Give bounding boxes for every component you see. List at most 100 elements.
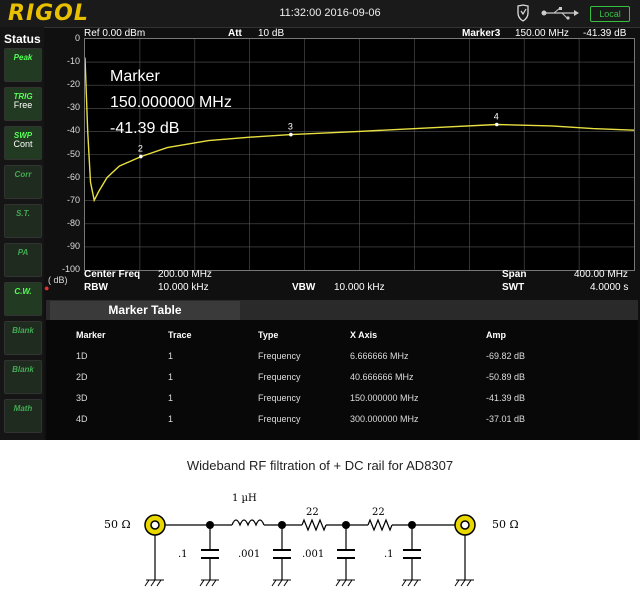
usb-icon [541,7,579,20]
right-port-label: 50 Ω [492,518,519,531]
table-cell: 300.000000 MHz [350,414,419,424]
rbw-label: RBW [84,282,108,293]
vbw-value: 10.000 kHz [334,282,385,293]
status-button-label: Corr [14,170,32,179]
active-marker-amp: -41.39 dB [583,28,627,39]
table-cell: Frequency [258,414,301,424]
status-button-6[interactable]: C.W. [4,282,42,316]
junction-dot [206,521,214,529]
table-cell: 3D [76,393,88,403]
local-button[interactable]: Local [590,6,630,22]
junction-dot [278,521,286,529]
marker-point-label: 2 [138,144,143,154]
status-button-label: Blank [12,365,34,374]
trace-marker-dot: ● [44,283,50,293]
status-button-1[interactable]: TRIG Free [4,87,42,121]
c1-label: .1 [178,549,188,560]
table-cell: 40.666666 MHz [350,372,414,382]
marker-table [46,320,638,440]
y-tick-label: -60 [66,171,80,182]
status-button-8[interactable]: Blank [4,360,42,394]
status-button-9[interactable]: Math [4,399,42,433]
r1-label: 22 [306,507,319,518]
c2-label: .001 [238,549,261,560]
y-tick-label: -40 [66,125,80,136]
left-port-label: 50 Ω [104,518,131,531]
y-tick-label: -50 [66,148,80,159]
clock: 11:32:00 2016-09-06 [279,7,381,19]
marker-point-label: 4 [494,111,499,121]
table-cell: -50.89 dB [486,372,526,382]
status-button-label: S.T. [15,209,31,218]
c3-label: .001 [302,549,325,560]
marker-readout-label: Marker [110,68,160,85]
ground-symbol [271,579,291,587]
marker-readout-amp: -41.39 dB [110,120,180,137]
status-button-sublabel: Free [13,100,33,110]
table-cell: Frequency [258,351,301,361]
ground-symbol [401,579,421,587]
swt-value: 4.0000 s [590,282,629,293]
table-cell: -41.39 dB [486,393,526,403]
status-button-label: PA [17,248,29,257]
status-button-label: C.W. [14,287,32,296]
shield-icon [517,4,529,22]
ground-symbol [335,579,355,587]
right-port-connector [454,514,476,536]
attenuation-value: 10 dB [258,28,285,39]
status-button-0[interactable]: Peak [4,48,42,82]
marker-point-label: 3 [288,122,293,132]
junction-dot [408,521,416,529]
status-button-label: Blank [12,326,34,335]
status-button-label: Peak [13,53,33,62]
status-button-sublabel: Cont [13,139,33,149]
c4-label: .1 [384,549,394,560]
marker-table-tab[interactable]: Marker Table [50,301,240,322]
swt-label: SWT [502,282,525,293]
table-cell: 150.000000 MHz [350,393,419,403]
table-header-cell: Type [258,330,279,340]
attenuation-label: Att [228,28,242,39]
table-header-cell: Trace [168,330,192,340]
center-freq-label: Center Freq [84,269,141,280]
status-button-7[interactable]: Blank [4,321,42,355]
marker-point-4[interactable] [494,122,499,127]
y-tick-label: -80 [66,217,80,228]
table-cell: 2D [76,372,88,382]
filter-schematic [144,514,476,587]
table-cell: 1D [76,351,88,361]
marker-readout-freq: 150.000000 MHz [110,94,232,111]
marker-point-2[interactable] [139,154,143,159]
y-tick-label: 0 [74,33,80,43]
status-title: Status [4,32,41,46]
y-tick-label: -70 [66,194,80,205]
marker-point-3[interactable] [289,132,293,137]
left-port-connector [144,514,166,536]
table-cell: Frequency [258,393,301,403]
ground-symbol [144,579,164,587]
y-tick-label: -10 [66,56,80,67]
y-tick-label: -100 [61,264,80,274]
table-cell: 1 [168,372,174,382]
ground-symbol [454,579,474,587]
table-cell: 4D [76,414,88,424]
table-cell: 1 [168,351,174,361]
r2-label: 22 [372,507,385,518]
active-marker-name: Marker3 [462,28,501,39]
spectrum-svg: 2 3 4 [84,39,635,270]
status-button-5[interactable]: PA [4,243,42,277]
center-freq-value: 200.00 MHz [158,269,212,280]
schematic-title: Wideband RF filtration of + DC rail for … [186,458,454,473]
reference-level: Ref 0.00 dBm [84,28,146,39]
junction-dot [342,521,350,529]
span-value: 400.00 MHz [574,269,628,280]
table-cell: -69.82 dB [486,351,526,361]
table-cell: -37.01 dB [486,414,526,424]
table-header-cell: Amp [486,330,506,340]
active-marker-freq: 150.00 MHz [515,28,569,39]
table-header-cell: Marker [76,330,106,340]
table-cell: 1 [168,393,174,403]
status-button-3[interactable]: Corr [4,165,42,199]
status-button-2[interactable]: SWP Cont [4,126,42,160]
status-button-4[interactable]: S.T. [4,204,42,238]
